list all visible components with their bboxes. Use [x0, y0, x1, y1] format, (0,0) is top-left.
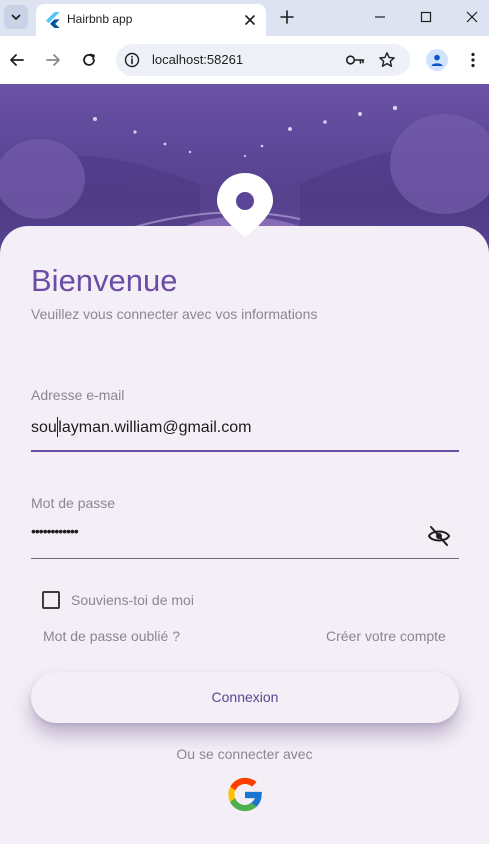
tab-title: Hairbnb app: [67, 12, 133, 26]
remember-me-checkbox[interactable]: [42, 591, 60, 609]
minimize-icon: [375, 16, 385, 18]
maximize-button[interactable]: [414, 6, 438, 28]
close-icon: [245, 15, 255, 25]
google-icon[interactable]: [224, 774, 266, 816]
eye-off-icon[interactable]: [427, 525, 451, 547]
page-subtitle: Veuillez vous connecter avec vos informa…: [31, 306, 318, 322]
remember-me-label[interactable]: Souviens-toi de moi: [71, 592, 194, 609]
star-icon[interactable]: [378, 51, 396, 69]
arrow-left-icon: [10, 54, 24, 66]
reload-icon: [83, 53, 95, 66]
reload-button[interactable]: [77, 48, 101, 72]
arrow-right-icon: [46, 54, 60, 66]
password-field-label: Mot de passe: [31, 495, 116, 511]
email-value-before-caret: sou: [31, 419, 57, 436]
email-field[interactable]: soulayman.william@gmail.com: [31, 416, 252, 438]
location-pin-icon: [217, 173, 273, 237]
profile-button[interactable]: [426, 49, 448, 71]
chevron-down-icon: [11, 14, 21, 20]
login-button-label: Connexion: [211, 689, 279, 705]
back-button[interactable]: [5, 48, 29, 72]
email-value-after-caret: layman.william@gmail.com: [58, 419, 252, 436]
browser-toolbar: localhost:58261: [0, 36, 489, 84]
forward-button[interactable]: [41, 48, 65, 72]
page-title: Bienvenue: [31, 263, 178, 298]
browser-menu-button[interactable]: [464, 49, 482, 71]
alternative-login-text: Ou se connecter avec: [176, 746, 313, 762]
close-tab-button[interactable]: [241, 11, 259, 29]
tab-search-button[interactable]: [4, 5, 28, 29]
new-tab-button[interactable]: [276, 6, 298, 28]
url-text[interactable]: localhost:58261: [152, 52, 243, 68]
browser-tab[interactable]: Hairbnb app: [36, 4, 266, 36]
flutter-icon: [46, 12, 60, 28]
minimize-button[interactable]: [368, 6, 392, 28]
browser-tabstrip: Hairbnb app: [0, 0, 489, 36]
person-icon: [431, 54, 443, 66]
plus-icon: [280, 10, 294, 24]
close-window-button[interactable]: [460, 6, 484, 28]
email-field-underline: [31, 450, 459, 452]
forgot-password-link[interactable]: Mot de passe oublié ?: [43, 628, 180, 645]
email-field-label: Adresse e-mail: [31, 387, 125, 403]
info-icon[interactable]: [124, 52, 140, 68]
maximize-icon: [420, 11, 432, 23]
key-icon[interactable]: [345, 52, 365, 68]
create-account-link[interactable]: Créer votre compte: [326, 628, 446, 645]
password-field-underline: [31, 558, 459, 559]
address-bar[interactable]: localhost:58261: [116, 44, 410, 76]
close-icon: [466, 11, 478, 23]
more-vertical-icon: [471, 52, 475, 68]
password-field[interactable]: ••••••••••••: [31, 521, 79, 541]
login-button[interactable]: Connexion: [31, 672, 459, 723]
